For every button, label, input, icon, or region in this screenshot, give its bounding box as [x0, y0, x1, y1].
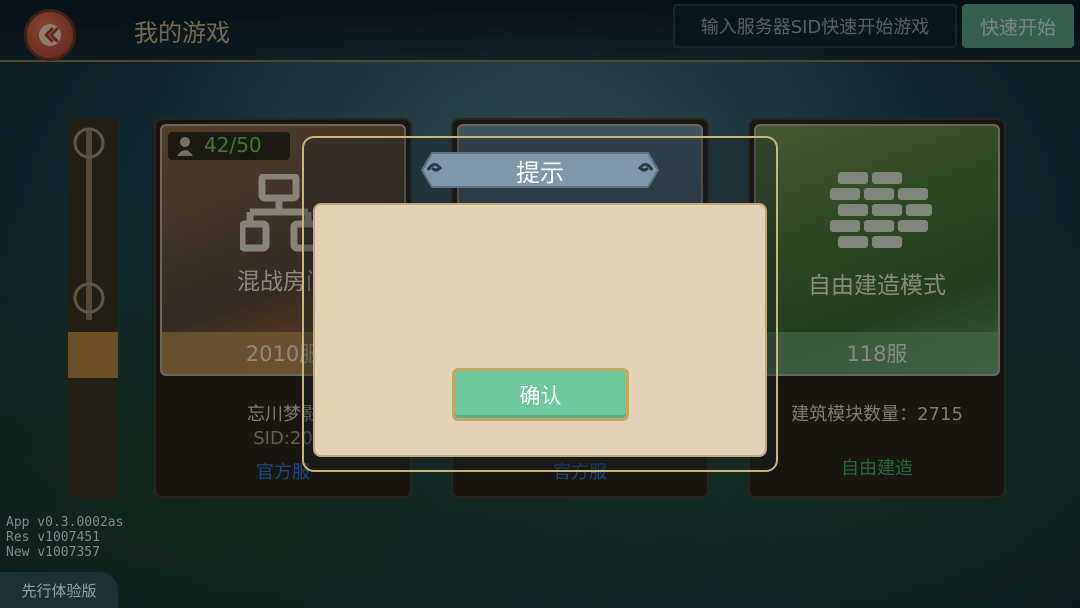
new-version: New v1007357	[6, 545, 100, 560]
preview-badge: 先行体验版	[0, 572, 118, 608]
confirm-button[interactable]: 确认	[452, 368, 629, 421]
version-info: App v0.3.0002as Res v1007451 New v100735…	[6, 515, 123, 560]
dialog-title: 提示	[516, 158, 564, 187]
res-version: Res v1007451	[6, 530, 100, 545]
app-version: App v0.3.0002as	[6, 515, 124, 530]
